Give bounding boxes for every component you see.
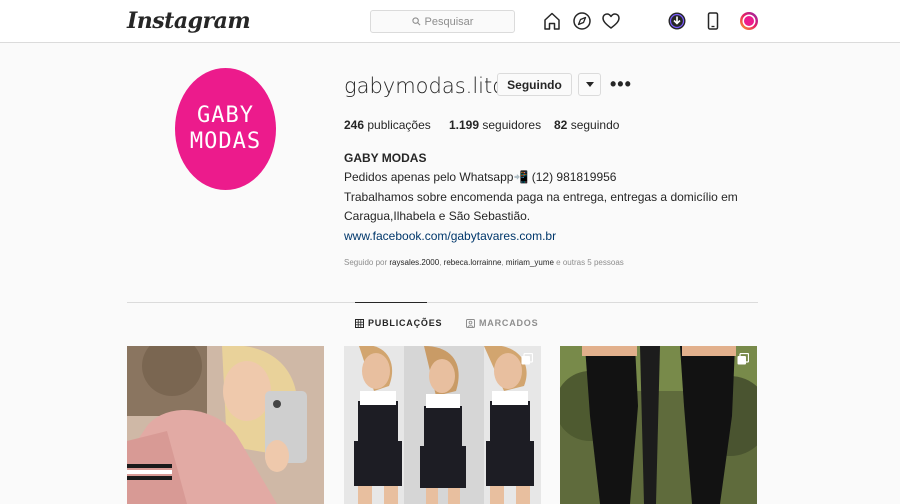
follower-link-3[interactable]: miriam_yume <box>506 258 554 267</box>
following-button[interactable]: Seguindo <box>497 73 572 96</box>
download-extension-icon[interactable] <box>667 11 687 31</box>
bio-website-link[interactable]: www.facebook.com/gabytavares.com.br <box>344 229 556 243</box>
post-image-black-pants <box>560 346 757 504</box>
followed-by-prefix: Seguido por <box>344 258 388 267</box>
post-image-pink-jacket <box>127 346 324 504</box>
carousel-icon <box>737 353 749 365</box>
profile-full-name: GABY MODAS <box>344 151 427 165</box>
post-thumbnail[interactable] <box>560 346 757 504</box>
search-placeholder: Pesquisar <box>424 15 474 28</box>
active-tab-indicator <box>355 302 427 303</box>
home-icon[interactable] <box>542 11 562 31</box>
following-count: 82 <box>554 118 568 132</box>
tabs-divider <box>127 302 758 303</box>
posts-label: publicações <box>367 118 431 132</box>
bio-line-1: Pedidos apenas pelo Whatsapp📲 (12) 98181… <box>344 170 617 184</box>
followed-by-suffix: e outras 5 pessoas <box>556 258 624 267</box>
compass-icon[interactable] <box>572 11 592 31</box>
profile-picture[interactable]: GABY MODAS <box>175 68 276 190</box>
bio-line-2: Trabalhamos sobre encomenda paga na entr… <box>344 190 738 204</box>
top-navigation-bar: Instagram Pesquisar <box>0 0 900 43</box>
posts-count: 246 <box>344 118 365 132</box>
tab-posts-label: PUBLICAÇÕES <box>368 318 443 328</box>
post-thumbnail[interactable] <box>344 346 541 504</box>
bio-line-3: Caragua,Ilhabela e São Sebastião. <box>344 209 531 223</box>
follower-link-1[interactable]: raysales.2000 <box>389 258 439 267</box>
post-image-black-overalls <box>344 346 541 504</box>
search-icon <box>411 17 421 26</box>
followers-count: 1.199 <box>449 118 480 132</box>
logo-line-2: MODAS <box>189 129 262 154</box>
instagram-logo[interactable]: Instagram <box>127 8 251 34</box>
search-input[interactable]: Pesquisar <box>370 10 515 33</box>
options-menu-icon[interactable]: ••• <box>610 74 632 95</box>
carousel-icon <box>521 353 533 365</box>
tab-posts[interactable]: PUBLICAÇÕES <box>355 318 442 328</box>
posts-count-stat: 246 publicações <box>344 118 431 132</box>
grid-icon <box>355 318 364 328</box>
brand-logo: GABY MODAS <box>175 68 276 190</box>
logo-line-1: GABY <box>197 103 254 128</box>
post-thumbnail[interactable] <box>127 346 324 504</box>
tab-tagged-label: MARCADOS <box>479 318 539 328</box>
tab-tagged[interactable]: MARCADOS <box>466 318 538 328</box>
followers-stat[interactable]: 1.199 seguidores <box>449 118 541 132</box>
follower-link-2[interactable]: rebeca.lorrainne <box>444 258 502 267</box>
mobile-icon[interactable] <box>703 11 723 31</box>
followers-label: seguidores <box>482 118 542 132</box>
following-stat[interactable]: 82 seguindo <box>554 118 619 132</box>
heart-icon[interactable] <box>601 11 621 31</box>
caret-down-icon <box>585 81 594 87</box>
tagged-person-icon <box>466 318 475 328</box>
profile-avatar-icon[interactable] <box>739 11 759 31</box>
following-label: seguindo <box>570 118 620 132</box>
followed-by-text[interactable]: Seguido por raysales.2000, rebeca.lorrai… <box>344 258 624 267</box>
suggestions-dropdown-button[interactable] <box>578 73 601 96</box>
